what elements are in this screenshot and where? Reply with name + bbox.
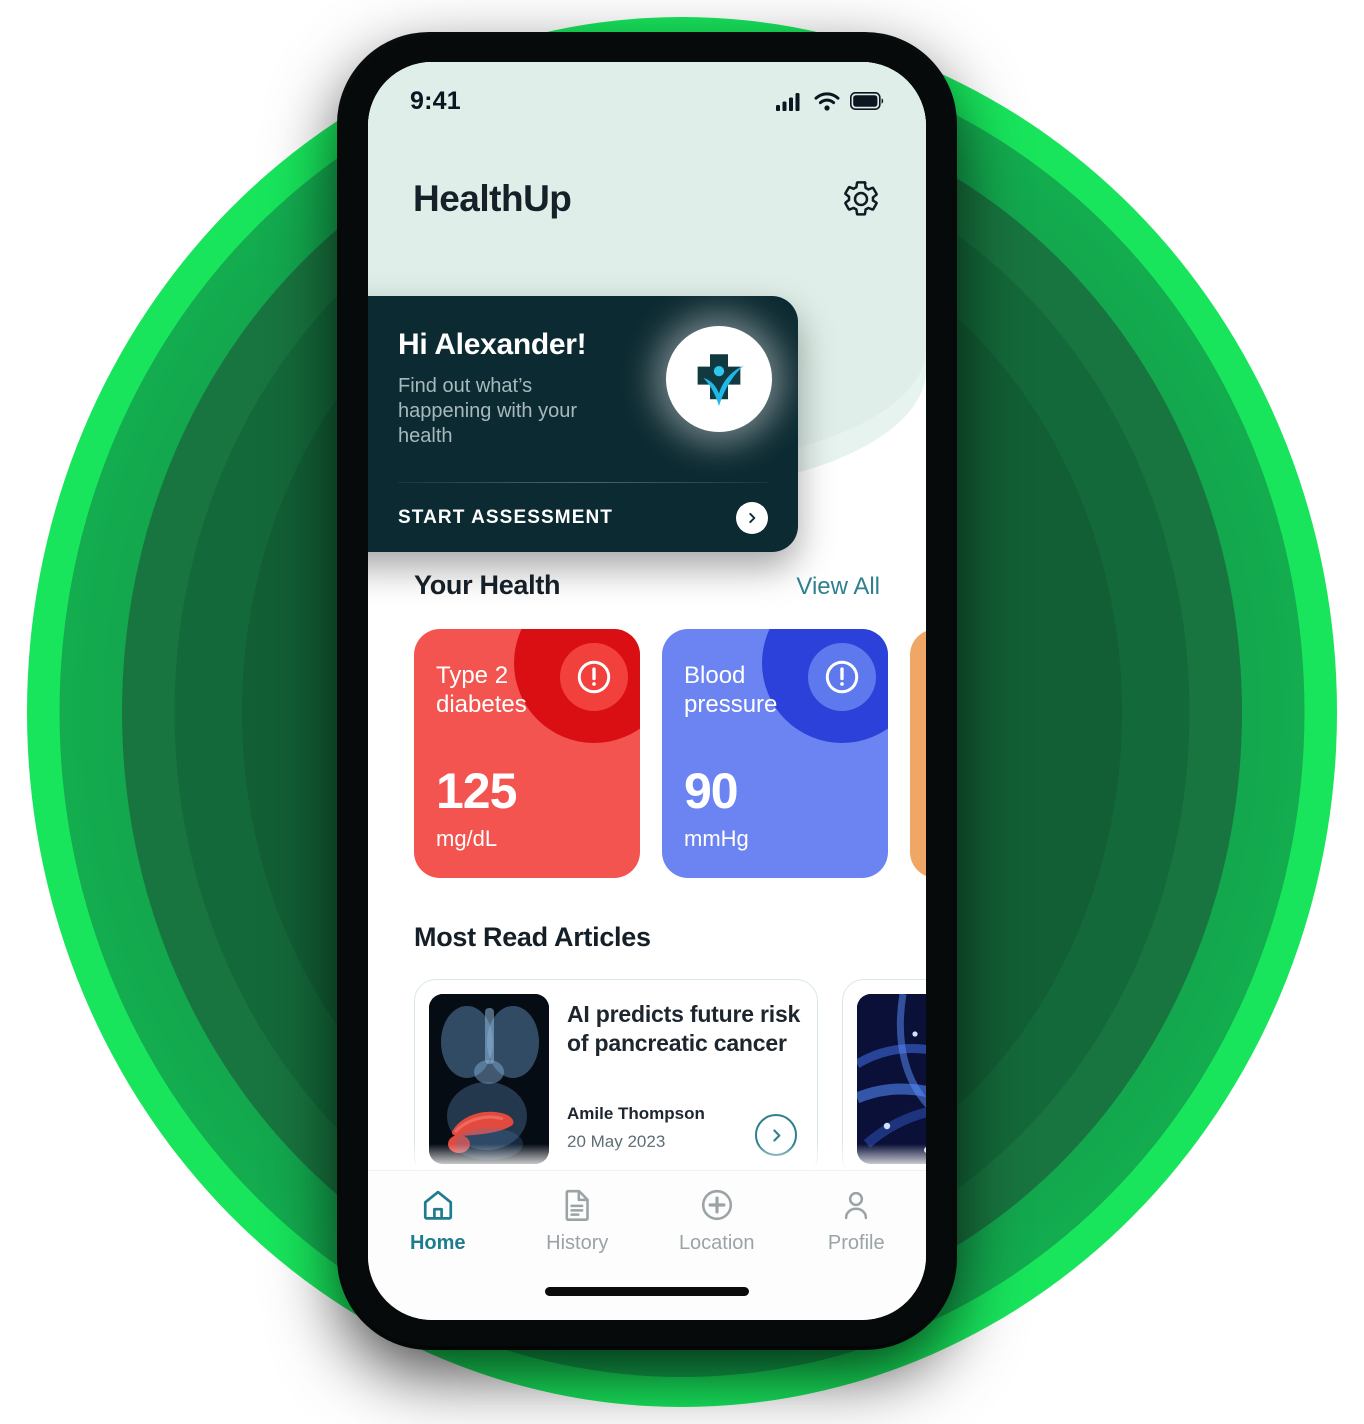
cellular-signal-icon: [776, 92, 800, 111]
home-icon: [423, 1190, 452, 1220]
article-thumbnail-anatomy: [429, 994, 549, 1164]
wifi-icon: [814, 91, 840, 111]
content-fade: [368, 1144, 926, 1170]
plus-circle-icon: [701, 1189, 732, 1221]
settings-button[interactable]: [841, 179, 881, 219]
article-body: AI predicts future risk of pancreatic ca…: [567, 994, 803, 1164]
alert-circle-icon: [825, 660, 859, 694]
anatomy-pancreas-xray-image: [429, 994, 549, 1164]
status-bar: 9:41: [368, 86, 926, 116]
bottom-tab-bar: Home History Location Profile: [368, 1170, 926, 1320]
greeting-card-top: Hi Alexander! Find out what’s happening …: [368, 296, 798, 482]
home-indicator: [545, 1287, 749, 1296]
person-icon: [845, 1191, 868, 1220]
phone-screen: 9:41 HealthUp Hi Alexander! Find out wha…: [368, 62, 926, 1320]
app-logo-badge: [666, 326, 772, 432]
chevron-right-circle-icon: [772, 1128, 780, 1142]
view-all-link[interactable]: View All: [796, 573, 880, 601]
article-headline: AI predicts future risk of pancreatic ca…: [567, 1001, 801, 1056]
tab-history[interactable]: History: [522, 1187, 632, 1255]
status-bar-time: 9:41: [410, 86, 461, 115]
app-title: HealthUp: [413, 178, 572, 219]
your-health-title: Your Health: [414, 570, 561, 600]
phone-mockup-frame: 9:41 HealthUp Hi Alexander! Find out wha…: [341, 36, 953, 1346]
start-assessment-button[interactable]: START ASSESSMENT: [398, 483, 768, 552]
chevron-right-icon: [736, 501, 768, 534]
healthup-logo-icon: [697, 354, 744, 406]
app-bar: HealthUp: [368, 170, 926, 228]
status-bar-icons: [776, 91, 884, 111]
health-card-cholesterol[interactable]: Cholesterol screening. 200 mg/dl: [910, 629, 926, 878]
article-author: Amile Thompson: [567, 1104, 705, 1123]
start-assessment-label: START ASSESSMENT: [398, 506, 614, 528]
health-card-diabetes[interactable]: Type 2 diabetes 125 mg/dL: [414, 629, 640, 878]
health-card-blood-pressure[interactable]: Blood pressure 90 mmHg: [662, 629, 888, 878]
health-card-unit: mg/dL: [436, 826, 498, 851]
greeting-card[interactable]: Hi Alexander! Find out what’s happening …: [368, 296, 798, 552]
neural-network-blue-image: [857, 994, 926, 1164]
health-card-value: 125: [436, 763, 517, 819]
tab-location[interactable]: Location: [662, 1187, 772, 1255]
tab-label-history: History: [546, 1232, 609, 1254]
health-card-value: 90: [684, 763, 739, 819]
health-card-unit: mmHg: [684, 826, 749, 851]
battery-icon: [850, 92, 884, 110]
article-thumbnail-neural: [857, 994, 926, 1164]
gear-icon: [844, 181, 878, 216]
tab-home[interactable]: Home: [383, 1187, 493, 1255]
your-health-header: Your Health View All: [368, 570, 926, 601]
alert-circle-icon: [577, 660, 611, 694]
tab-profile[interactable]: Profile: [801, 1187, 911, 1255]
articles-header: Most Read Articles: [368, 922, 926, 953]
health-card-title: Blood pressure: [684, 662, 778, 719]
tab-label-home: Home: [409, 1232, 466, 1254]
greeting-subtitle: Find out what’s happening with your heal…: [398, 375, 578, 448]
main-content: Your Health View All Type 2 diabetes 125…: [368, 570, 926, 1179]
tab-label-location: Location: [678, 1232, 755, 1254]
document-icon: [565, 1189, 590, 1221]
tab-label-profile: Profile: [827, 1232, 885, 1254]
health-cards-row[interactable]: Type 2 diabetes 125 mg/dL Blood pressure…: [368, 629, 926, 878]
articles-title: Most Read Articles: [414, 922, 651, 952]
health-card-title: Type 2 diabetes: [436, 662, 527, 719]
